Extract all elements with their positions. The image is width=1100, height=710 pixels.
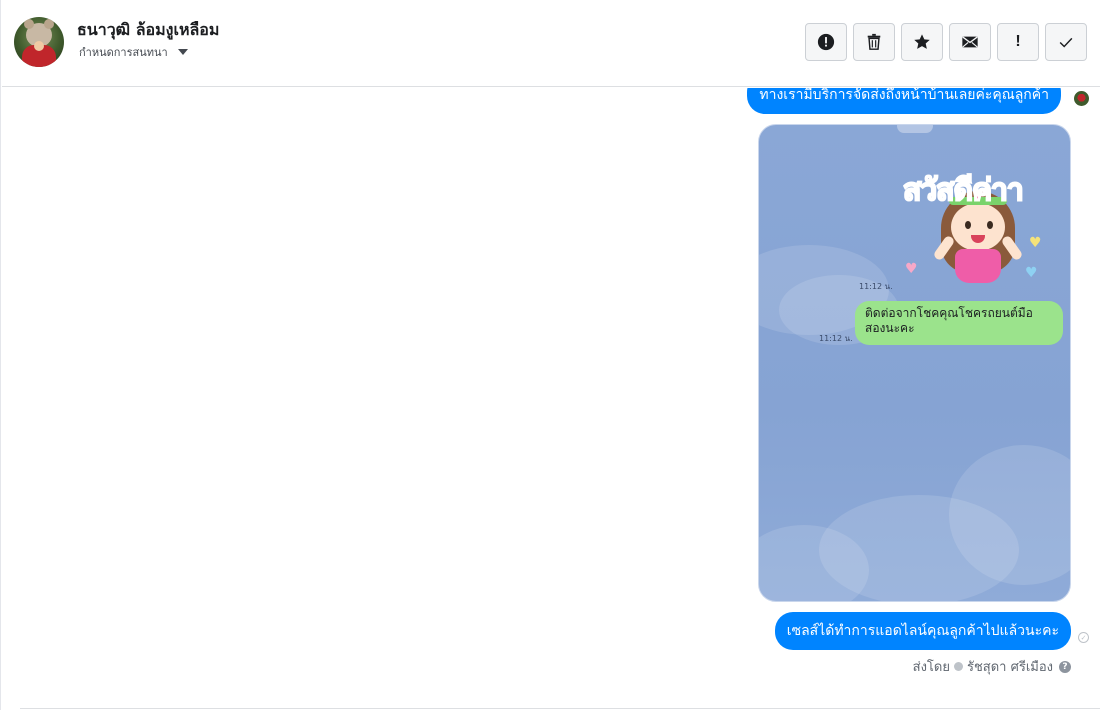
sticker-caption: สวัสดีค่าา <box>902 172 1025 209</box>
seen-avatar <box>1074 91 1089 106</box>
composer-divider <box>20 708 1100 709</box>
line-message-bubble: ติดต่อจากโชคคุณโชครถยนต์มือสองนะคะ <box>855 301 1063 345</box>
checkmark-icon <box>1059 37 1073 48</box>
message-thread[interactable]: ทางเรามีบริการจัดส่งถึงหน้าบ้านเลยค่ะคุณ… <box>2 88 1100 710</box>
star-icon <box>914 34 930 49</box>
mark-unread-button[interactable] <box>949 23 991 61</box>
contact-name[interactable]: ธนาวุฒิ ล้อมงูเหลือม <box>77 18 219 43</box>
outgoing-message-delivery[interactable]: ทางเรามีบริการจัดส่งถึงหน้าบ้านเลยค่ะคุณ… <box>747 88 1061 114</box>
heart-icon: ♥ <box>1029 235 1042 251</box>
heart-icon: ♥ <box>905 261 918 277</box>
conversation-toolbar: ! <box>805 23 1087 61</box>
envelope-icon <box>962 36 978 48</box>
image-attachment[interactable]: ♥ ♥ ♥ สวัสดีค่าา 11:12 น. ติดต่อจากโชคคุ… <box>758 124 1071 602</box>
mark-done-button[interactable] <box>1045 23 1087 61</box>
alert-circle-icon <box>817 33 835 51</box>
sent-by-label: ส่งโดย <box>912 660 950 675</box>
spam-button[interactable] <box>805 23 847 61</box>
assign-label: กำหนดการสนทนา <box>79 46 168 59</box>
sent-check-icon: ✓ <box>1078 632 1089 643</box>
star-button[interactable] <box>901 23 943 61</box>
outgoing-message-line-added[interactable]: เซลส์ได้ทำการแอดไลน์คุณลูกค้าไปแล้วนะคะ <box>774 612 1071 650</box>
trash-icon <box>867 33 881 50</box>
timestamp: 11:12 น. <box>859 282 893 291</box>
agent-avatar-icon <box>953 662 963 671</box>
caret-down-icon <box>177 49 188 55</box>
heart-icon: ♥ <box>1025 265 1038 281</box>
important-button[interactable]: ! <box>997 23 1039 61</box>
conversation-header: ธนาวุฒิ ล้อมงูเหลือม กำหนดการสนทนา ! <box>2 0 1100 87</box>
timestamp: 11:12 น. <box>819 334 853 343</box>
assign-conversation-dropdown[interactable]: กำหนดการสนทนา <box>79 43 188 61</box>
contact-avatar[interactable] <box>14 17 64 67</box>
exclamation-icon: ! <box>1015 33 1021 50</box>
help-icon[interactable]: ? <box>1059 660 1071 673</box>
sent-by-agent[interactable]: รัชสุดา ศรีเมือง <box>967 656 1053 677</box>
greeting-sticker: ♥ ♥ ♥ สวัสดีค่าา <box>899 165 1059 295</box>
sent-by-info: ส่งโดย รัชสุดา ศรีเมือง ? <box>913 656 1071 677</box>
app-frame: ธนาวุฒิ ล้อมงูเหลือม กำหนดการสนทนา ! ทาง… <box>0 0 1100 710</box>
delete-button[interactable] <box>853 23 895 61</box>
